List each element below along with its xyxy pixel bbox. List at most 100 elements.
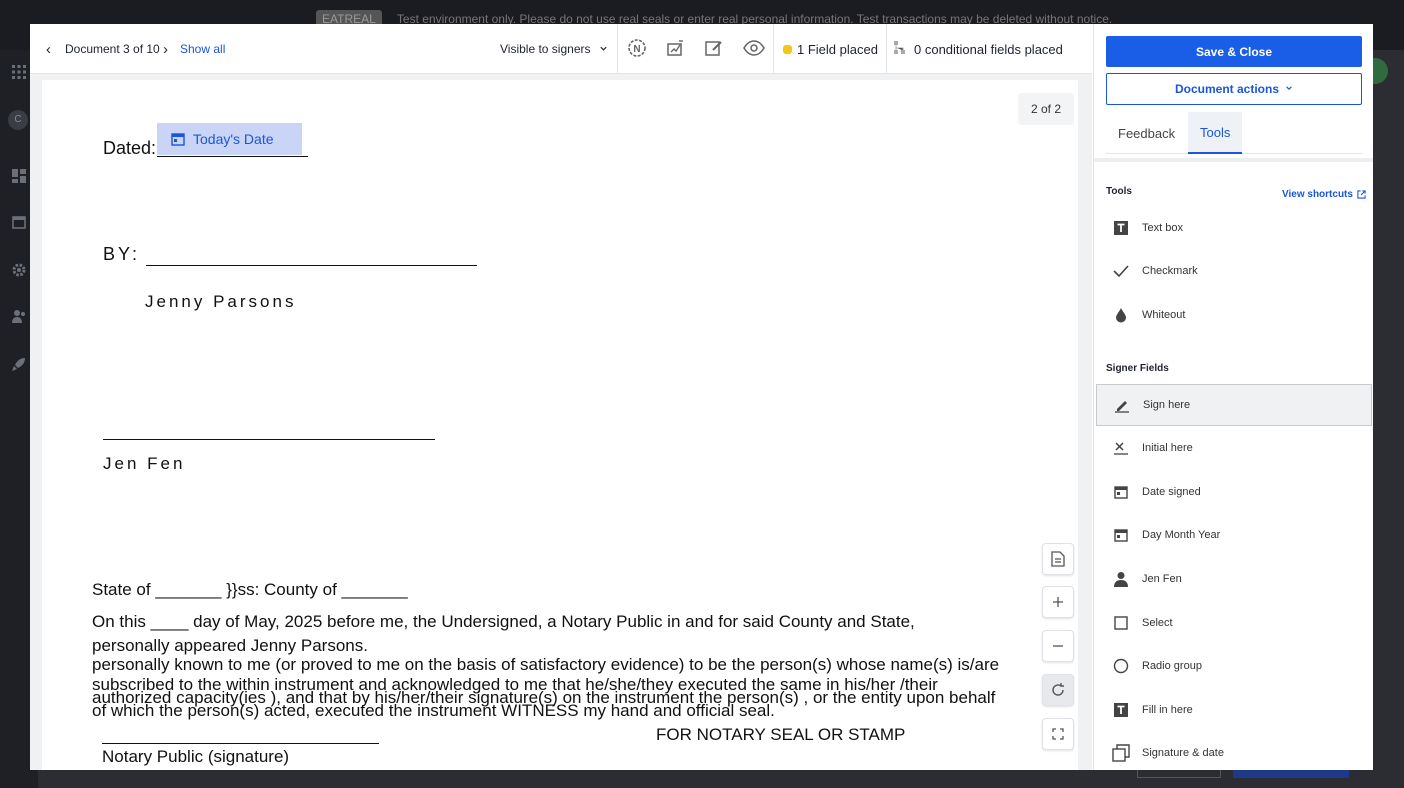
visibility-label: Visible to signers: [500, 42, 591, 56]
notary-line-6: of which the person(s) acted, executed t…: [92, 701, 775, 720]
field-label: Jen Fen: [1142, 573, 1182, 585]
signer-name-1: Jenny Parsons: [145, 292, 297, 311]
chevron-down-icon: [599, 42, 608, 56]
dashboard-icon: [11, 168, 27, 184]
field-label: Select: [1142, 617, 1173, 629]
preview-button[interactable]: [743, 24, 765, 74]
calendar-nav-icon: [11, 214, 27, 230]
by-signature-line: [146, 265, 477, 266]
field-label: Day Month Year: [1142, 529, 1221, 541]
document-actions-button[interactable]: Document actions: [1106, 73, 1362, 105]
document-actions-label: Document actions: [1174, 82, 1279, 96]
document-position: Document 3 of 10: [65, 42, 160, 56]
document-viewer[interactable]: 2 of 2 Dated: Today's Date BY: Jenny Par…: [30, 74, 1092, 770]
notary-signature-line: [102, 743, 379, 744]
rotate-button[interactable]: [1042, 674, 1074, 706]
field-label: Signature & date: [1142, 747, 1224, 759]
document-toolbar: ‹ Document 3 of 10 › Show all Visible to…: [30, 24, 1092, 74]
eye-icon: [743, 39, 765, 59]
apps-grid-icon: [11, 64, 27, 80]
zoom-out-button[interactable]: [1042, 630, 1074, 662]
dated-line: [157, 156, 308, 157]
conditional-fields-label: 0 conditional fields placed: [914, 41, 1063, 57]
tool-label: Whiteout: [1142, 309, 1186, 321]
state-county-line: State of _______ }}ss: County of _______: [92, 580, 408, 599]
field-select[interactable]: Select: [1096, 602, 1372, 644]
checkbox-icon: [1112, 614, 1130, 632]
field-initial-here[interactable]: Initial here: [1096, 427, 1372, 469]
page-thumbnails-button[interactable]: [1042, 543, 1074, 575]
field-date-signed[interactable]: Date signed: [1096, 471, 1372, 513]
field-label: Date signed: [1142, 486, 1201, 498]
external-link-icon: [1357, 190, 1366, 199]
tool-label: Checkmark: [1142, 265, 1198, 277]
field-signature-date[interactable]: Signature & date: [1096, 732, 1372, 770]
rotate-icon: [1052, 683, 1064, 696]
save-close-button[interactable]: Save & Close: [1106, 36, 1362, 67]
conditional-logic-icon: [894, 40, 906, 58]
calendar-icon: [171, 133, 185, 146]
field-radio-group[interactable]: Radio group: [1096, 645, 1372, 687]
checkmark-icon: [1112, 262, 1130, 280]
calendar-icon: [1112, 526, 1130, 544]
visibility-dropdown[interactable]: Visible to signers: [500, 24, 608, 74]
users-icon: [11, 308, 27, 324]
minus-icon: [1053, 645, 1063, 647]
field-status-dot: [783, 44, 792, 54]
field-label: Initial here: [1142, 442, 1193, 454]
background-avatar: C: [8, 110, 28, 130]
notary-stamp-button[interactable]: N: [627, 24, 647, 74]
notary-line-1: On this ____ day of May, 2025 before me,…: [92, 612, 915, 631]
rocket-icon: [11, 356, 27, 372]
edit-document-button[interactable]: [704, 24, 724, 74]
panel-tabs: Feedback Tools: [1106, 112, 1362, 154]
tools-panel: Save & Close Document actions Feedback T…: [1093, 24, 1373, 770]
todays-date-field[interactable]: Today's Date: [157, 123, 302, 155]
tool-text-box[interactable]: Text box: [1096, 207, 1372, 249]
plus-icon: [1053, 597, 1063, 607]
initial-x-icon: [1112, 439, 1130, 457]
show-all-link[interactable]: Show all: [180, 24, 225, 74]
signature-tool-button[interactable]: [666, 24, 686, 74]
svg-text:N: N: [633, 44, 640, 55]
document-icon: [1051, 551, 1065, 567]
tool-whiteout[interactable]: Whiteout: [1096, 294, 1372, 336]
view-shortcuts-label: View shortcuts: [1282, 189, 1353, 200]
tool-checkmark[interactable]: Checkmark: [1096, 250, 1372, 292]
field-label: Radio group: [1142, 660, 1202, 672]
previous-document-button[interactable]: ‹: [46, 24, 51, 74]
dated-label: Dated:: [103, 138, 157, 158]
fields-placed-label: 1 Field placed: [797, 41, 878, 57]
notary-line-3: personally known to me (or proved to me …: [92, 655, 1000, 674]
signer-name-2: Jen Fen: [103, 454, 186, 473]
by-label: BY:: [103, 244, 141, 264]
notary-line-2: personally appeared Jenny Parsons.: [92, 636, 368, 655]
panel-divider: [1094, 158, 1373, 162]
view-shortcuts-link[interactable]: View shortcuts: [1282, 189, 1366, 200]
field-signer-name[interactable]: Jen Fen: [1096, 558, 1372, 600]
text-box-icon: [1112, 219, 1130, 237]
field-day-month-year[interactable]: Day Month Year: [1096, 514, 1372, 556]
field-sign-here[interactable]: Sign here: [1096, 384, 1372, 426]
todays-date-label: Today's Date: [193, 131, 274, 147]
document-page[interactable]: 2 of 2 Dated: Today's Date BY: Jenny Par…: [42, 80, 1078, 770]
zoom-in-button[interactable]: [1042, 586, 1074, 618]
tool-label: Text box: [1142, 222, 1183, 234]
conditional-fields-indicator[interactable]: 0 conditional fields placed: [894, 24, 1063, 74]
signer-fields-section-title: Signer Fields: [1106, 363, 1169, 374]
signature-image-icon: [666, 38, 686, 61]
pen-sign-icon: [1113, 396, 1131, 414]
second-signature-line: [103, 439, 435, 440]
chevron-down-icon: [1285, 84, 1293, 94]
whiteout-drop-icon: [1112, 306, 1130, 324]
field-fill-in-here[interactable]: Fill in here: [1096, 689, 1372, 731]
calendar-icon: [1112, 483, 1130, 501]
tab-tools[interactable]: Tools: [1188, 112, 1243, 154]
fields-placed-indicator[interactable]: 1 Field placed: [783, 24, 878, 74]
tab-feedback[interactable]: Feedback: [1106, 112, 1187, 154]
fit-page-button[interactable]: [1042, 718, 1074, 750]
next-document-button[interactable]: ›: [163, 24, 168, 74]
person-icon: [1112, 570, 1130, 588]
field-label: Sign here: [1143, 399, 1191, 411]
settings-gear-icon: [11, 262, 27, 278]
